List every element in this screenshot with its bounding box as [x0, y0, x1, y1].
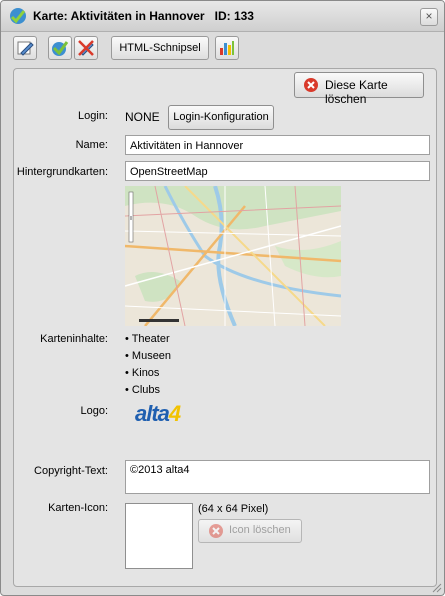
map-edit-icon: [10, 8, 26, 24]
close-window-button[interactable]: ×: [420, 8, 438, 26]
login-value: NONE: [125, 110, 160, 124]
title-bar: Karte: Aktivitäten in Hannover ID: 133 ×: [1, 1, 444, 32]
edit-map-button[interactable]: [13, 36, 37, 60]
alta4-logo: alta4: [135, 401, 181, 426]
html-snippet-button[interactable]: HTML-Schnipsel: [111, 36, 209, 60]
window-title: Karte: Aktivitäten in Hannover ID: 133: [33, 9, 254, 23]
map-contents-list: • Theater • Museen • Kinos • Clubs: [125, 331, 171, 399]
map-icon-preview[interactable]: [125, 503, 193, 569]
cancel-pencil-icon: [78, 40, 94, 56]
delete-icon-button[interactable]: Icon löschen: [198, 519, 302, 543]
save-map-button[interactable]: [48, 36, 72, 60]
copyright-label: Copyright-Text:: [34, 465, 108, 477]
resize-grip-icon[interactable]: [432, 583, 442, 593]
basemaps-label: Hintergrundkarten:: [16, 166, 108, 178]
delete-map-button[interactable]: Diese Karte löschen: [294, 72, 424, 106]
name-input[interactable]: Aktivitäten in Hannover: [125, 135, 430, 155]
login-label: Login:: [78, 110, 108, 122]
check-icon: [52, 41, 69, 56]
delete-icon-label: Icon löschen: [229, 524, 291, 536]
map-editor-window: Karte: Aktivitäten in Hannover ID: 133 ×…: [0, 0, 445, 596]
list-item: • Clubs: [125, 384, 161, 396]
bar-chart-icon: [220, 41, 234, 55]
map-icon-label: Karten-Icon:: [48, 502, 108, 514]
copyright-input[interactable]: ©2013 alta4: [125, 460, 430, 494]
contents-label: Karteninhalte:: [40, 333, 108, 345]
name-label: Name:: [75, 139, 108, 151]
toolbar: HTML-Schnipsel: [1, 32, 444, 66]
map-preview[interactable]: [125, 186, 341, 326]
basemaps-input[interactable]: OpenStreetMap: [125, 161, 430, 181]
map-preview-image: [125, 186, 341, 326]
logo-label: Logo:: [80, 405, 108, 417]
list-item: • Kinos: [125, 367, 160, 379]
statistics-button[interactable]: [215, 36, 239, 60]
delete-map-label: Diese Karte löschen: [325, 78, 388, 106]
delete-icon: [209, 524, 223, 538]
icon-size-note: (64 x 64 Pixel): [198, 503, 269, 515]
delete-icon: [304, 78, 318, 92]
list-item: • Theater: [125, 333, 170, 345]
discard-changes-button[interactable]: [74, 36, 98, 60]
map-properties-panel: Diese Karte löschen Login: NONE Login-Ko…: [13, 68, 437, 587]
list-item: • Museen: [125, 350, 172, 362]
pencil-icon: [17, 41, 34, 56]
login-config-button[interactable]: Login-Konfiguration: [168, 105, 274, 130]
